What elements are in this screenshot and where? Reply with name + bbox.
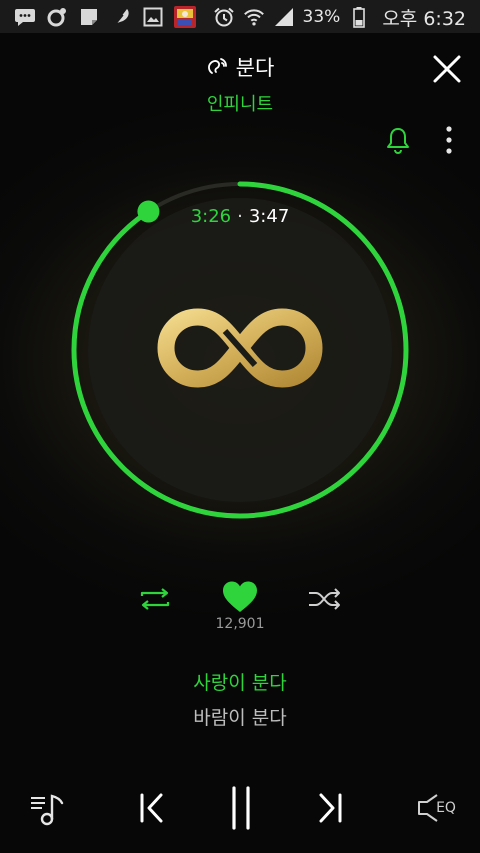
song-title-row: 분다 bbox=[0, 52, 480, 82]
like-button[interactable] bbox=[221, 580, 259, 614]
previous-icon bbox=[140, 793, 163, 823]
next-icon bbox=[319, 793, 342, 823]
bell-icon bbox=[387, 128, 409, 154]
status-bar: 33% 오후 6:32 bbox=[0, 0, 480, 33]
equalizer-button[interactable]: EQ bbox=[408, 780, 464, 836]
status-bar-system: 33% 오후 6:32 bbox=[213, 5, 466, 30]
album-art-infinity-logo bbox=[157, 308, 323, 388]
lyric-next-line[interactable]: 바람이 분다 bbox=[0, 703, 480, 730]
feather-icon bbox=[110, 6, 132, 28]
signal-icon bbox=[273, 6, 295, 28]
shuffle-icon bbox=[309, 588, 340, 610]
notification-icon bbox=[46, 6, 68, 28]
battery-percent: 33% bbox=[302, 7, 341, 27]
alert-button[interactable] bbox=[384, 126, 412, 154]
pause-button[interactable] bbox=[220, 780, 262, 836]
action-row bbox=[0, 580, 480, 620]
status-time: 오후 6:32 bbox=[382, 7, 466, 30]
repeat-icon bbox=[140, 588, 170, 610]
memo-icon bbox=[78, 6, 100, 28]
artist-name[interactable]: 인피니트 bbox=[0, 90, 480, 116]
close-icon bbox=[433, 55, 461, 83]
pause-icon bbox=[232, 786, 250, 830]
wifi-icon bbox=[243, 6, 265, 28]
message-icon bbox=[14, 6, 36, 28]
time-display: 3:26 · 3:47 bbox=[0, 206, 480, 227]
battery-icon bbox=[348, 6, 370, 28]
like-count: 12,901 bbox=[215, 616, 265, 632]
playlist-button[interactable] bbox=[24, 780, 72, 836]
status-bar-notifications bbox=[14, 5, 196, 29]
previous-button[interactable] bbox=[130, 780, 174, 836]
more-options-button[interactable] bbox=[437, 125, 461, 155]
more-vertical-icon bbox=[446, 126, 452, 154]
playlist-icon bbox=[31, 794, 64, 826]
gallery-icon bbox=[142, 6, 164, 28]
song-title: 분다 bbox=[235, 56, 275, 80]
app-thumbnail-icon bbox=[174, 6, 196, 28]
eq-label: EQ bbox=[436, 800, 456, 816]
next-button[interactable] bbox=[308, 780, 352, 836]
shuffle-button[interactable] bbox=[306, 584, 344, 614]
heart-icon bbox=[223, 581, 257, 612]
playback-controls: EQ bbox=[0, 780, 480, 840]
repeat-button[interactable] bbox=[136, 584, 174, 614]
close-button[interactable] bbox=[430, 52, 464, 86]
voice-icon bbox=[206, 54, 230, 81]
lyric-current-line[interactable]: 사랑이 분다 bbox=[0, 668, 480, 695]
alarm-icon bbox=[213, 6, 235, 28]
time-separator: · bbox=[237, 206, 243, 227]
elapsed-time: 3:26 bbox=[190, 206, 232, 227]
total-time: 3:47 bbox=[248, 206, 290, 227]
